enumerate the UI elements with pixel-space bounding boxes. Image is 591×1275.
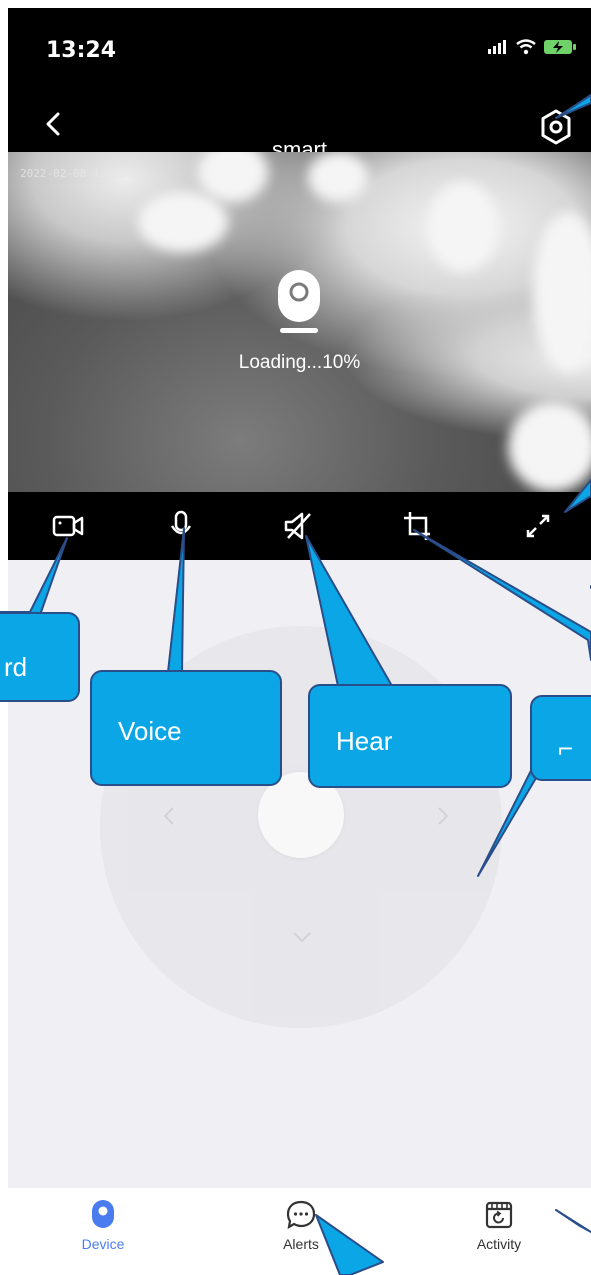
chevron-down-icon[interactable] bbox=[290, 924, 314, 948]
video-camera-icon[interactable] bbox=[50, 508, 86, 544]
video-highlight bbox=[308, 152, 368, 202]
chevron-left-icon[interactable] bbox=[158, 804, 182, 828]
video-highlight bbox=[198, 152, 268, 202]
video-highlight bbox=[508, 402, 591, 492]
camera-placeholder-icon bbox=[278, 270, 320, 333]
status-time: 13:24 bbox=[46, 38, 117, 63]
tab-device[interactable]: Device bbox=[48, 1198, 158, 1258]
tab-alerts[interactable]: Alerts bbox=[246, 1198, 356, 1258]
battery-charging-icon bbox=[544, 40, 576, 54]
callout-ptz: ⌐ bbox=[530, 695, 591, 781]
chat-bubble-icon bbox=[286, 1200, 316, 1230]
expand-icon[interactable] bbox=[520, 508, 556, 544]
callout-ptz-label: ⌐ bbox=[558, 733, 574, 763]
calendar-replay-icon bbox=[485, 1201, 513, 1229]
callout-record-label: rd bbox=[4, 652, 28, 682]
callout-record: rd bbox=[0, 612, 80, 702]
video-highlight bbox=[428, 182, 498, 272]
status-icons bbox=[487, 38, 577, 56]
signal-icon bbox=[488, 40, 506, 54]
microphone-icon[interactable] bbox=[163, 508, 199, 544]
tab-activity[interactable]: Activity bbox=[444, 1198, 554, 1258]
callout-voice-label: Voice bbox=[118, 716, 182, 746]
callout-hear-label: Hear bbox=[336, 726, 393, 756]
status-bar: 13:24 bbox=[8, 8, 591, 98]
video-highlight bbox=[138, 192, 228, 252]
bottom-tab-bar: Device Alerts Activity bbox=[8, 1188, 591, 1268]
speaker-muted-icon[interactable] bbox=[280, 508, 316, 544]
tab-device-label: Device bbox=[81, 1236, 125, 1252]
callout-voice: Voice bbox=[90, 670, 282, 786]
tab-activity-label: Activity bbox=[476, 1236, 522, 1252]
loading-text: Loading...10% bbox=[238, 352, 361, 373]
nav-bar: smart bbox=[8, 98, 591, 152]
video-highlight bbox=[533, 212, 591, 372]
video-timestamp: 2022-02-08 13:52:34 bbox=[20, 167, 146, 180]
crop-icon[interactable] bbox=[400, 508, 436, 544]
chevron-right-icon[interactable] bbox=[430, 804, 454, 828]
tab-alerts-label: Alerts bbox=[283, 1236, 319, 1252]
camera-icon bbox=[92, 1200, 114, 1228]
settings-hexagon-icon[interactable] bbox=[537, 108, 575, 146]
video-preview[interactable]: 2022-02-08 13:52:34 Loading...10% bbox=[8, 152, 591, 492]
phone-screen: 13:24 smart 2022-02-08 13:52:34 Loading.… bbox=[8, 8, 591, 1268]
wifi-icon bbox=[516, 39, 536, 55]
nav-title: smart bbox=[272, 137, 327, 152]
callout-hear: Hear bbox=[308, 684, 512, 788]
video-control-bar bbox=[8, 492, 591, 560]
